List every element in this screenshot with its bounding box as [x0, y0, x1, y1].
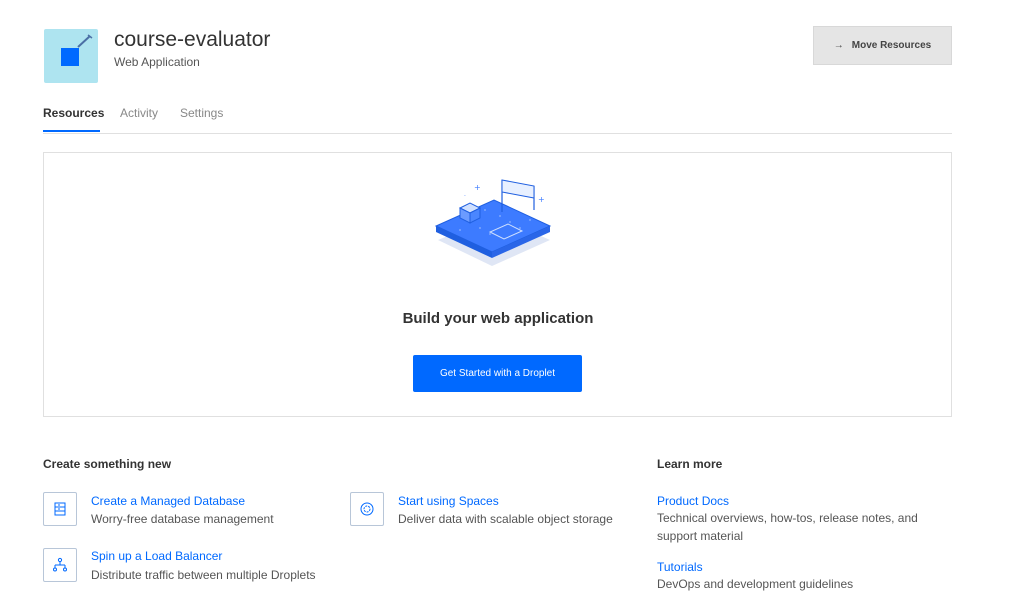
project-icon [44, 29, 98, 83]
svg-text:+: + [538, 195, 545, 204]
svg-text:·: · [464, 193, 466, 200]
learn-section-heading: Learn more [657, 457, 723, 471]
tutorials-link[interactable]: Tutorials [657, 560, 703, 574]
start-using-spaces-link[interactable]: Start using Spaces [398, 494, 499, 508]
spin-up-load-balancer-desc: Distribute traffic between multiple Drop… [91, 568, 316, 582]
empty-state-title: Build your web application [402, 310, 594, 327]
create-managed-database-link[interactable]: Create a Managed Database [91, 494, 245, 508]
get-started-droplet-button[interactable]: Get Started with a Droplet [413, 355, 582, 392]
tutorials-desc: DevOps and development guidelines [657, 577, 854, 591]
move-resources-label: Move Resources [851, 40, 932, 51]
svg-text:+: + [474, 183, 481, 192]
tab-activity[interactable]: Activity [120, 106, 158, 120]
project-square [61, 48, 79, 66]
project-title: course-evaluator [114, 28, 271, 51]
pencil-icon [77, 34, 93, 48]
arrow-right-icon: → [833, 40, 844, 51]
create-managed-database-desc: Worry-free database management [91, 512, 274, 526]
active-tab-indicator [43, 130, 100, 132]
product-docs-desc: Technical overviews, how-tos, release no… [657, 511, 918, 543]
project-type: Web Application [114, 55, 200, 69]
tab-resources[interactable]: Resources [43, 106, 104, 120]
spaces-icon-box [350, 492, 384, 526]
tab-bar: Resources Activity Settings [43, 106, 952, 134]
web-application-illustration: + + · [434, 179, 552, 266]
tab-settings[interactable]: Settings [180, 106, 223, 120]
load-balancer-icon-box [43, 548, 77, 582]
move-resources-button[interactable]: → Move Resources [813, 26, 952, 65]
database-icon [54, 502, 66, 516]
spaces-icon [360, 502, 374, 516]
load-balancer-icon [53, 557, 67, 572]
start-using-spaces-desc: Deliver data with scalable object storag… [398, 512, 613, 526]
database-icon-box [43, 492, 77, 526]
create-section-heading: Create something new [43, 457, 172, 471]
product-docs-link[interactable]: Product Docs [657, 494, 729, 508]
spin-up-load-balancer-link[interactable]: Spin up a Load Balancer [91, 549, 222, 563]
